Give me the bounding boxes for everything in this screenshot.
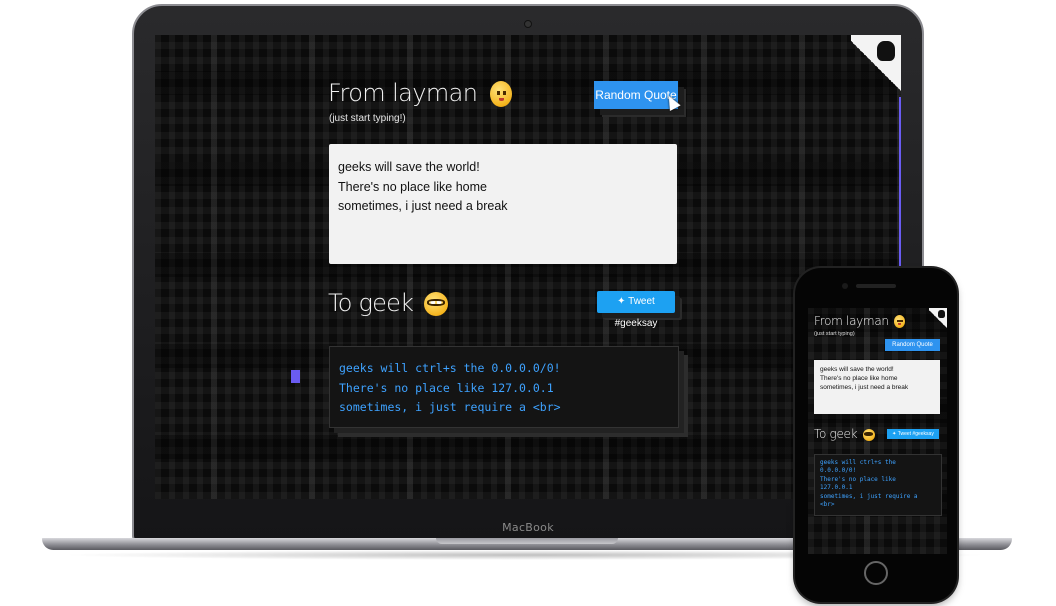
baby-face-icon <box>894 315 906 328</box>
twitter-bird-icon: ✦ <box>892 431 897 437</box>
typing-hint: (just start typing) <box>814 331 855 337</box>
output-line: sometimes, i just require a <br> <box>339 400 561 414</box>
input-line: sometimes, i just need a break <box>820 384 909 391</box>
output-line: geeks will ctrl+s the <box>820 459 896 466</box>
laptop-camera <box>524 20 532 28</box>
nerd-face-icon <box>423 292 448 316</box>
from-layman-heading: From layman <box>814 314 906 328</box>
phone-screen: From layman (just start typing) Random Q… <box>808 308 947 554</box>
phone-camera <box>842 283 848 289</box>
github-octocat-icon <box>877 41 895 61</box>
phone-speaker <box>856 284 896 288</box>
output-line: 0.0.0.0/0! <box>820 467 857 475</box>
output-line: sometimes, i just require a <box>820 492 918 500</box>
layman-input[interactable]: geeks will save the world! There's no pl… <box>329 144 677 264</box>
laptop-screen: From layman (just start typing!) Random … <box>155 35 901 499</box>
from-layman-heading: From layman <box>328 79 513 107</box>
input-line: sometimes, i just need a break <box>338 199 508 213</box>
from-layman-text: From layman <box>814 314 889 328</box>
github-corner[interactable] <box>929 308 947 330</box>
tweet-button-label: Tweet #geeksay <box>897 431 934 437</box>
github-octocat-icon <box>938 310 945 318</box>
output-line: geeks will ctrl+s the 0.0.0.0/0! <box>339 361 561 375</box>
baby-face-icon <box>490 81 513 107</box>
layman-input[interactable]: geeks will save the world! There's no pl… <box>814 360 940 414</box>
geek-output: geeks will ctrl+s the 0.0.0.0/0! There's… <box>814 454 942 516</box>
github-corner[interactable] <box>851 35 901 97</box>
tweet-button[interactable]: ✦ Tweet #geeksay <box>887 429 939 439</box>
phone-home-button[interactable] <box>864 561 888 585</box>
input-line: There's no place like home <box>338 179 487 194</box>
twitter-bird-icon: ✦ <box>617 296 626 307</box>
output-line: <br> <box>820 501 835 509</box>
nerd-face-icon <box>862 428 875 441</box>
to-geek-text: To geek <box>814 427 858 441</box>
input-line: geeks will save the world! <box>338 160 480 174</box>
random-quote-button[interactable]: Random Quote <box>885 339 940 351</box>
output-line: There's no place like 127.0.0.1 <box>339 380 554 395</box>
to-geek-heading: To geek <box>814 427 875 441</box>
laptop-notch <box>436 538 618 544</box>
geek-output: geeks will ctrl+s the 0.0.0.0/0! There's… <box>329 346 679 428</box>
typing-hint: (just start typing!) <box>329 113 406 124</box>
matrix-background <box>155 35 901 499</box>
output-line: 127.0.0.1 <box>820 484 853 492</box>
to-geek-heading: To geek <box>328 289 448 317</box>
input-line: geeks will save the world! <box>820 366 894 373</box>
scroll-marker <box>291 370 300 383</box>
tweet-button[interactable]: ✦ Tweet #geeksay <box>597 291 675 329</box>
random-quote-button[interactable]: Random Quote <box>594 81 678 109</box>
from-layman-text: From layman <box>328 79 478 107</box>
input-line: There's no place like home <box>820 375 898 382</box>
to-geek-text: To geek <box>328 289 414 317</box>
output-line: There's no place like <box>820 475 896 483</box>
